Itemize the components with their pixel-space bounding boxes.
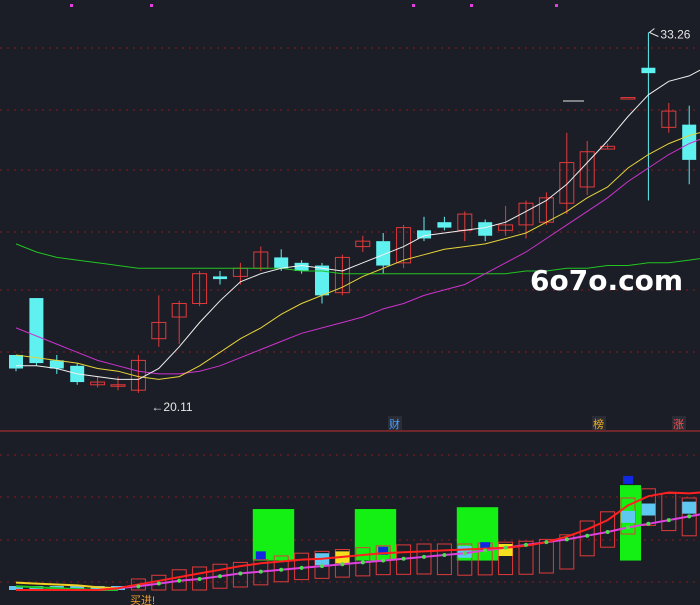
candle-body <box>49 360 64 369</box>
pink-line-dot <box>544 540 549 545</box>
pink-line-dot <box>626 525 630 530</box>
pink-line-dot <box>666 518 671 523</box>
pink-line-dot <box>320 564 324 569</box>
pink-line-dot <box>177 578 182 583</box>
pink-line-dot <box>422 554 426 559</box>
top-tick-dot <box>470 4 473 7</box>
candle-body <box>478 222 493 236</box>
pink-line-dot <box>218 574 222 579</box>
blue-marker <box>255 551 266 560</box>
indicator-panel: 买进! <box>9 475 700 605</box>
overlay-box <box>641 503 656 516</box>
candlestick-series <box>9 32 697 393</box>
pink-line-dot <box>687 514 692 519</box>
watermark-text: 6o7o.com <box>530 264 683 297</box>
pink-line-dot <box>381 558 386 563</box>
pink-line-dot <box>238 571 243 576</box>
ma-white-line <box>16 69 700 380</box>
high-price-label: 33.26 <box>660 28 690 42</box>
pink-line-dot <box>483 548 488 553</box>
pink-line-dot <box>564 537 569 542</box>
pink-line-dot <box>279 567 284 572</box>
event-marker: 涨 <box>673 418 684 431</box>
pink-line-dot <box>401 556 406 561</box>
candle-body <box>213 276 227 280</box>
event-marker: 财 <box>389 417 400 431</box>
top-tick-dot <box>70 4 73 7</box>
pink-line-dot <box>258 569 263 574</box>
top-tick-dot <box>412 4 415 7</box>
pink-line-dot <box>136 584 141 589</box>
indicator-bar <box>436 543 452 576</box>
top-tick-dot <box>150 4 153 7</box>
moving-average-lines <box>15 28 700 380</box>
candle-body <box>641 67 656 74</box>
candle-body <box>620 97 636 100</box>
high-pointer <box>648 28 659 37</box>
candle-body <box>682 124 697 160</box>
pink-line-dot <box>503 545 508 550</box>
ma-yellow-line <box>15 132 700 380</box>
candle-body <box>417 230 431 239</box>
pink-line-dot <box>462 551 467 556</box>
pink-line-dot <box>585 533 590 538</box>
indicator-bar <box>661 492 677 532</box>
pink-line-dot <box>646 521 651 526</box>
pink-line-dot <box>299 565 304 570</box>
pink-line-dot <box>605 530 610 535</box>
candle-body <box>9 354 23 369</box>
kline-chart: 买进! 财 榜 涨 33.26 ←20.11 6o7o.com <box>0 4 700 605</box>
ma-magenta-line <box>15 138 700 375</box>
candle-body <box>315 265 329 296</box>
candle-body <box>376 241 391 266</box>
event-marker: 榜 <box>593 417 604 431</box>
low-price-label: ←20.11 <box>151 400 192 414</box>
candle-body <box>29 298 44 364</box>
indicator-bar <box>538 538 554 574</box>
pink-line-dot <box>442 553 447 558</box>
pink-line-dot <box>197 576 202 581</box>
candle-body <box>294 262 309 271</box>
candle-body <box>274 257 289 269</box>
overlay-box <box>621 510 635 523</box>
indicator-bar <box>416 543 432 575</box>
pink-line-dot <box>156 581 161 586</box>
candle-body <box>437 222 452 228</box>
top-tick-dot <box>555 4 558 7</box>
pink-line-dot <box>340 562 345 567</box>
blue-marker <box>623 475 633 484</box>
stock-chart-stage: 买进! 财 榜 涨 33.26 ←20.11 6o7o.com <box>0 0 700 605</box>
pink-line-dot <box>524 542 528 547</box>
overlay-box <box>682 501 697 514</box>
pink-line-dot <box>360 560 365 565</box>
buy-signal-label: 买进! <box>130 594 155 605</box>
event-markers: 财榜涨 <box>388 416 686 431</box>
